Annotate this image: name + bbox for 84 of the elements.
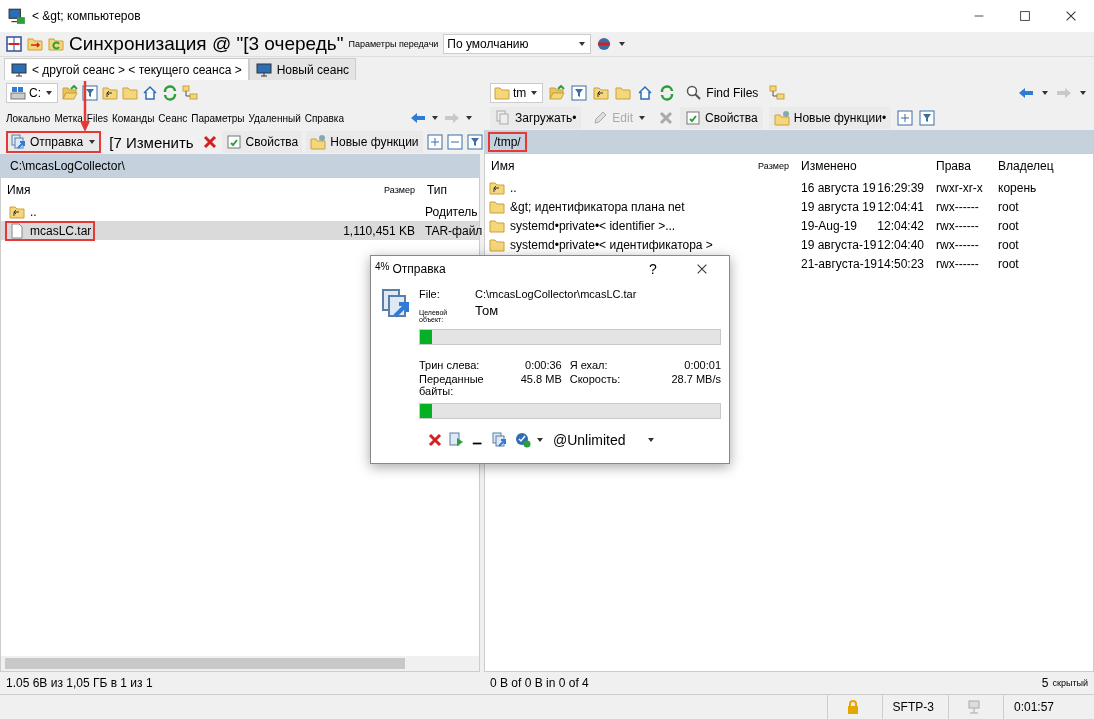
elapsed-time: 0:01:57 — [1002, 695, 1064, 719]
status-text: 1.05 6В из 1,05 ГБ в 1 из 1 — [6, 676, 153, 690]
folder-dropdown[interactable]: tm — [490, 83, 544, 103]
file-rights: rwx------ — [935, 218, 980, 233]
column-header[interactable]: Размер — [291, 185, 421, 195]
session-tab[interactable]: < другой сеанс > < текущего сеанса > — [4, 58, 249, 80]
modified-time: 12:04:40 — [877, 237, 924, 252]
toolbar-button[interactable]: Новые функции• — [768, 107, 892, 129]
modified-date: 19 августа 19 — [801, 199, 876, 214]
stat-label: Трин слева: — [419, 359, 481, 371]
stat-label: Переданные байты: — [419, 373, 485, 397]
path-text: /tmp/ — [488, 131, 527, 152]
toolbar-button[interactable]: Свойства — [221, 131, 303, 153]
stat-label: Скорость: — [569, 373, 622, 387]
file-path: C:\mcasLogCollector\mcasLC.tar — [475, 288, 637, 300]
help-button[interactable]: ? — [630, 261, 676, 277]
file-name: systemd•private•< идентификатора > — [510, 237, 713, 252]
target-value: Том — [475, 303, 499, 318]
stat-label: Я ехал: — [569, 359, 609, 371]
menu-item[interactable]: Удаленный — [248, 112, 301, 124]
toolbar-button[interactable]: [7 Изменить — [105, 130, 198, 154]
file-owner: root — [997, 256, 1020, 271]
modified-date: 19-Aug-19 — [801, 218, 858, 233]
column-header[interactable]: Владелец — [992, 159, 1082, 173]
find-files-button[interactable]: Find Files — [681, 82, 764, 104]
file-label: File: — [419, 288, 441, 300]
file-rights: rwxr-xr-x — [935, 180, 984, 195]
menu-item[interactable]: Сеанс — [158, 112, 188, 124]
file-name: systemd•private•< identifier >... — [510, 218, 676, 233]
file-owner: root — [997, 218, 1020, 233]
column-header[interactable]: Имя — [485, 159, 720, 173]
file-name: &gt; идентификатора плана net — [510, 199, 685, 214]
menu-item[interactable]: Справка — [304, 112, 344, 124]
file-rights: rwx------ — [935, 199, 980, 214]
progress-percent: 4% — [375, 261, 390, 272]
stat-value: 0:00:01 — [683, 359, 721, 371]
speed-limit-dropdown[interactable]: @Unlimited — [553, 432, 656, 448]
toolbar-button[interactable]: Новые функции — [306, 131, 423, 153]
hidden-label: скрытый — [1052, 678, 1088, 688]
column-header[interactable]: Тип — [421, 183, 479, 197]
file-row[interactable]: .. Родитель — [1, 202, 479, 221]
modified-time: 12:04:42 — [877, 218, 924, 233]
menu-item[interactable]: Локально — [6, 112, 51, 124]
path-text: C:\mcasLogCollector\ — [9, 157, 126, 175]
modified-time: 16:29:39 — [877, 180, 924, 195]
file-owner: root — [997, 199, 1020, 214]
toolbar-button[interactable]: Отправка — [6, 131, 102, 153]
hidden-count: 5 — [1041, 676, 1049, 690]
menu-item[interactable]: Команды — [111, 112, 155, 124]
protocol-text: SFTP-3 — [881, 695, 944, 719]
preset-dropdown[interactable]: По умолчанию — [443, 34, 592, 54]
sync-label[interactable]: Синхронизация @ "[3 очередь" — [69, 33, 344, 55]
file-name: .. — [5, 201, 41, 222]
toolbar-button[interactable]: Загружать• — [490, 107, 582, 129]
file-name: .. — [510, 180, 517, 195]
column-header[interactable]: Права — [930, 159, 992, 173]
session-tab[interactable]: Новый сеанс — [248, 58, 356, 80]
modified-date: 21-августа-19 — [801, 256, 877, 271]
stat-value: 45.8 MB — [520, 373, 562, 387]
menu-item[interactable]: Files — [86, 112, 108, 124]
file-size: 1,110,451 KB — [342, 223, 416, 238]
file-owner: корень — [997, 180, 1038, 195]
column-header[interactable]: Размер — [720, 161, 795, 171]
modified-date: 16 августа 19 — [801, 180, 876, 195]
drive-dropdown[interactable]: C: — [6, 83, 58, 103]
modified-time: 14:50:23 — [877, 256, 924, 271]
modified-time: 12:04:41 — [877, 199, 924, 214]
status-text: 0 B of 0 B in 0 of 4 — [490, 676, 589, 690]
window-title: < &gt; компьютеров — [32, 9, 142, 23]
dialog-title: Отправка — [392, 262, 446, 276]
stat-value: 28.7 MB/s — [671, 373, 721, 387]
file-rights: rwx------ — [935, 237, 980, 252]
column-header[interactable]: Имя — [1, 183, 291, 197]
column-header[interactable]: Изменено — [795, 159, 930, 173]
toolbar-button[interactable]: Свойства — [680, 107, 763, 129]
transfer-settings-label: Параметры передачи — [348, 39, 439, 49]
modified-date: 19 августа-19 — [801, 237, 877, 252]
stat-value: 0:00:36 — [524, 359, 562, 371]
file-name: mcasLC.tar — [5, 220, 96, 241]
file-owner: root — [997, 237, 1020, 252]
file-rights: rwx------ — [935, 256, 980, 271]
menu-item[interactable]: Метка — [54, 112, 83, 124]
menu-item[interactable]: Параметры — [191, 112, 245, 124]
file-type: Родитель — [424, 204, 479, 219]
